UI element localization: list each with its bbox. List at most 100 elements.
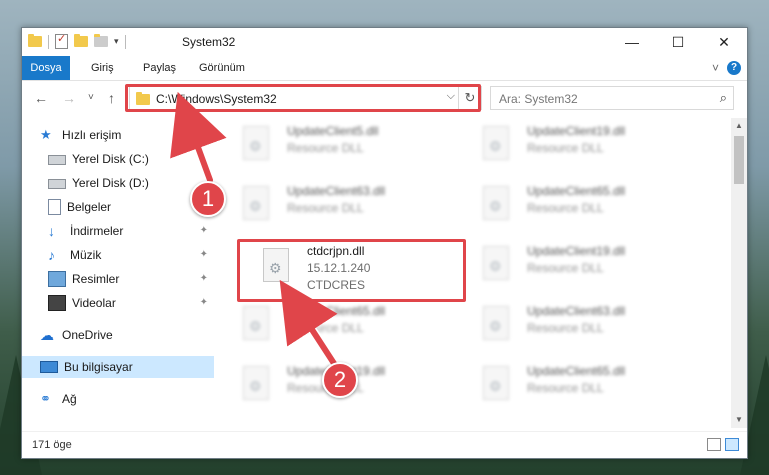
close-button[interactable]: ✕ — [701, 28, 747, 56]
maximize-button[interactable]: ☐ — [655, 28, 701, 56]
cloud-icon: ☁ — [40, 327, 54, 343]
sidebar-item-label: Yerel Disk (D:) — [72, 176, 149, 190]
navigation-pane: ★ Hızlı erişim Yerel Disk (C:) Yerel Dis… — [22, 118, 214, 410]
list-item[interactable]: ⚙ UpdateClient5.dll Resource DLL — [227, 118, 457, 166]
file-name: UpdateClient19.dll — [527, 124, 626, 138]
list-item[interactable]: ⚙ UpdateClient65.dll Resource DLL — [467, 178, 697, 226]
file-name: UpdateClient63.dll — [527, 304, 626, 318]
help-icon[interactable]: ? — [727, 61, 741, 75]
file-description: Resource DLL — [527, 201, 604, 215]
search-box[interactable]: Ara: System32 ⌕ — [490, 86, 734, 110]
details-view-icon[interactable] — [707, 438, 721, 451]
drive-icon — [48, 179, 66, 189]
star-icon: ★ — [40, 127, 52, 142]
customize-toolbar-icon[interactable] — [94, 34, 108, 47]
expand-ribbon-icon[interactable]: ˅ — [712, 61, 719, 75]
tab-view[interactable]: Görünüm — [188, 56, 256, 80]
back-button[interactable]: ← — [34, 90, 48, 106]
music-icon: ♪ — [48, 247, 55, 263]
quick-access-toolbar: ▾ — [28, 32, 126, 49]
sidebar-item-network[interactable]: ⚭ Ağ — [40, 388, 214, 410]
sidebar-item-label: Resimler — [72, 272, 120, 286]
sidebar-item-label: Yerel Disk (C:) — [72, 152, 149, 166]
list-item[interactable]: ⚙ UpdateClient65.dll Resource DLL — [227, 298, 457, 346]
gear-icon: ⚙ — [489, 138, 502, 154]
scroll-up-icon[interactable]: ▲ — [731, 118, 747, 134]
chevron-down-icon[interactable]: ▾ — [114, 36, 119, 47]
sidebar-item-label: Hızlı erişim — [62, 128, 122, 142]
search-icon[interactable]: ⌕ — [720, 90, 727, 106]
sidebar-item-quick-access[interactable]: ★ Hızlı erişim — [40, 124, 214, 146]
gear-icon: ⚙ — [249, 378, 262, 394]
minimize-button[interactable]: — — [609, 28, 655, 56]
recent-locations-button[interactable]: ˅ — [88, 92, 94, 103]
dll-file-icon: ⚙ — [483, 126, 509, 160]
gear-icon: ⚙ — [489, 378, 502, 394]
folder-icon — [28, 34, 42, 47]
computer-icon — [40, 361, 58, 373]
dll-file-icon: ⚙ — [483, 366, 509, 400]
file-name: UpdateClient65.dll — [527, 184, 626, 198]
scroll-thumb[interactable] — [734, 136, 744, 184]
address-highlight-box — [125, 84, 481, 112]
vertical-scrollbar[interactable]: ▲ ▼ — [731, 118, 747, 428]
ribbon-tabs: Dosya Giriş Paylaş Görünüm ˅ ? — [22, 56, 747, 81]
ribbon-controls: ˅ ? — [712, 61, 741, 75]
gear-icon: ⚙ — [489, 258, 502, 274]
sidebar-item-this-pc[interactable]: Bu bilgisayar — [22, 356, 214, 378]
drive-icon — [48, 155, 66, 165]
sidebar-item-label: Müzik — [70, 248, 102, 262]
sidebar-item-label: Bu bilgisayar — [64, 360, 133, 374]
file-description: Resource DLL — [527, 261, 604, 275]
network-icon: ⚭ — [40, 391, 51, 406]
file-description: Resource DLL — [287, 321, 364, 335]
new-folder-icon[interactable] — [74, 34, 88, 47]
dll-file-icon: ⚙ — [243, 366, 269, 400]
gear-icon: ⚙ — [489, 318, 502, 334]
document-icon — [48, 199, 61, 215]
gear-icon: ⚙ — [249, 138, 262, 154]
pin-icon: ✦ — [199, 297, 208, 308]
forward-button[interactable]: → — [62, 90, 76, 106]
sidebar-item-label: OneDrive — [62, 328, 113, 342]
dll-file-icon: ⚙ — [243, 186, 269, 220]
file-description: Resource DLL — [527, 141, 604, 155]
pin-icon: ✦ — [199, 249, 208, 260]
step-badge-1: 1 — [190, 181, 226, 217]
sidebar-item-local-disk-c[interactable]: Yerel Disk (C:) — [48, 148, 214, 170]
file-description: Resource DLL — [287, 141, 364, 155]
status-bar: 171 öge — [22, 431, 747, 458]
file-name: UpdateClient65.dll — [527, 364, 626, 378]
up-button[interactable]: ↑ — [108, 90, 115, 106]
sidebar-item-label: Videolar — [72, 296, 116, 310]
tab-home[interactable]: Giriş — [80, 56, 125, 80]
sidebar-item-pictures[interactable]: Resimler ✦ — [48, 268, 214, 290]
tab-share[interactable]: Paylaş — [132, 56, 187, 80]
scroll-down-icon[interactable]: ▼ — [731, 412, 747, 428]
list-item[interactable]: ⚙ UpdateClient65.dll Resource DLL — [467, 358, 697, 406]
tab-file[interactable]: Dosya — [22, 56, 70, 80]
sidebar-item-label: Ağ — [62, 392, 77, 406]
sidebar-item-music[interactable]: ♪ Müzik ✦ — [48, 244, 214, 266]
pictures-icon — [48, 271, 66, 287]
dll-file-icon: ⚙ — [483, 246, 509, 280]
sidebar-item-local-disk-d[interactable]: Yerel Disk (D:) — [48, 172, 214, 194]
search-placeholder: Ara: System32 — [499, 92, 578, 106]
title-bar: ▾ System32 — ☐ ✕ — [22, 28, 747, 56]
list-item[interactable]: ⚙ UpdateClient63.dll Resource DLL — [227, 178, 457, 226]
videos-icon — [48, 295, 66, 311]
dll-file-icon: ⚙ — [243, 126, 269, 160]
tiles-view-icon[interactable] — [725, 438, 739, 451]
file-description: Resource DLL — [527, 381, 604, 395]
window-title: System32 — [182, 35, 236, 49]
sidebar-item-downloads[interactable]: ↓ İndirmeler ✦ — [48, 220, 214, 242]
properties-icon[interactable] — [55, 32, 68, 49]
dll-file-icon: ⚙ — [483, 306, 509, 340]
sidebar-item-onedrive[interactable]: ☁ OneDrive — [40, 324, 214, 346]
gear-icon: ⚙ — [489, 198, 502, 214]
list-item[interactable]: ⚙ UpdateClient63.dll Resource DLL — [467, 298, 697, 346]
list-item[interactable]: ⚙ UpdateClient19.dll Resource DLL — [467, 238, 697, 286]
sidebar-item-label: Belgeler — [67, 200, 112, 214]
sidebar-item-videos[interactable]: Videolar ✦ — [48, 292, 214, 314]
list-item[interactable]: ⚙ UpdateClient19.dll Resource DLL — [467, 118, 697, 166]
